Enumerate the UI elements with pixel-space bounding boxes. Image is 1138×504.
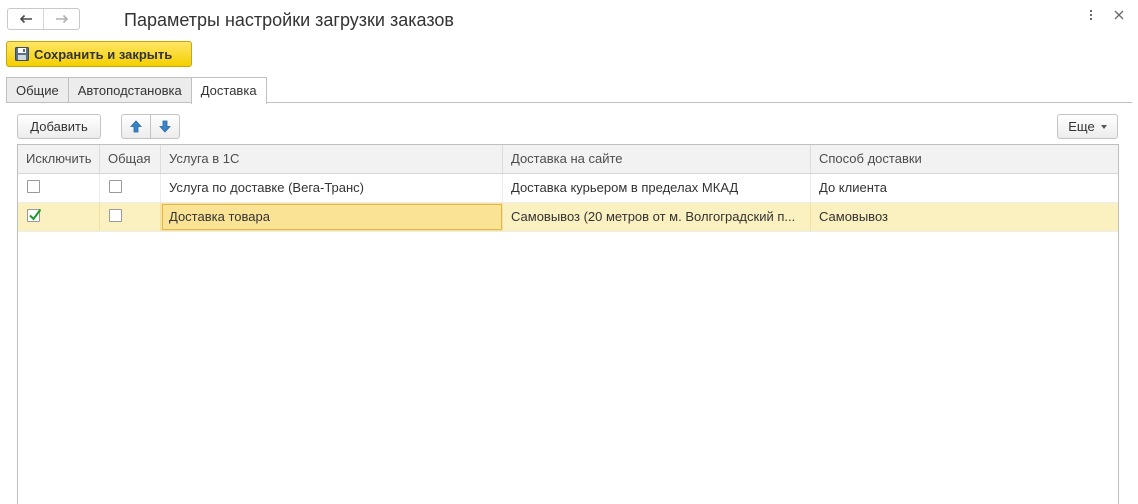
delivery-method-cell[interactable]: Самовывоз (811, 203, 1118, 231)
tab-divider (6, 102, 1132, 103)
more-button[interactable]: Еще (1057, 114, 1118, 139)
move-up-button[interactable] (122, 115, 150, 138)
common-checkbox[interactable] (109, 180, 122, 193)
arrow-up-icon (130, 120, 142, 133)
move-down-button[interactable] (150, 115, 179, 138)
exclude-cell (18, 174, 100, 202)
table-row[interactable]: Доставка товара Самовывоз (20 метров от … (18, 203, 1118, 232)
close-icon[interactable] (1114, 10, 1124, 20)
forward-button[interactable] (43, 9, 79, 29)
column-header-site-delivery[interactable]: Доставка на сайте (503, 145, 811, 173)
navigation-buttons (7, 8, 80, 30)
move-buttons (121, 114, 180, 139)
column-header-service[interactable]: Услуга в 1С (161, 145, 503, 173)
arrow-down-icon (159, 120, 171, 133)
exclude-checkbox[interactable] (27, 180, 40, 193)
table-row[interactable]: Услуга по доставке (Вега-Транс) Доставка… (18, 174, 1118, 203)
exclude-checkbox[interactable] (27, 208, 42, 222)
tab-delivery[interactable]: Доставка (190, 77, 267, 104)
site-delivery-cell[interactable]: Самовывоз (20 метров от м. Волгоградский… (503, 203, 811, 231)
arrow-right-icon (55, 14, 68, 24)
site-delivery-cell[interactable]: Доставка курьером в пределах МКАД (503, 174, 811, 202)
save-and-close-label: Сохранить и закрыть (34, 46, 173, 62)
column-header-exclude[interactable]: Исключить (18, 145, 100, 173)
common-cell (100, 203, 161, 231)
save-and-close-button[interactable]: Сохранить и закрыть (6, 41, 192, 67)
column-header-common[interactable]: Общая (100, 145, 161, 173)
common-checkbox[interactable] (109, 209, 122, 222)
settings-window: Параметры настройки загрузки заказов Сох… (0, 0, 1138, 504)
delivery-method-cell[interactable]: До клиента (811, 174, 1118, 202)
tab-autosubstitution[interactable]: Автоподстановка (67, 77, 192, 103)
column-header-delivery-method[interactable]: Способ доставки (811, 145, 1118, 173)
more-actions-icon[interactable] (1086, 10, 1096, 20)
common-cell (100, 174, 161, 202)
delivery-table: Исключить Общая Услуга в 1С Доставка на … (17, 144, 1119, 504)
service-cell[interactable]: Услуга по доставке (Вега-Транс) (161, 174, 503, 202)
tab-bar: Общие Автоподстановка Доставка (6, 77, 267, 104)
checkmark-icon (29, 208, 42, 221)
floppy-disk-icon (15, 47, 29, 61)
tab-general[interactable]: Общие (6, 77, 69, 103)
window-title: Параметры настройки загрузки заказов (124, 10, 454, 30)
caret-down-icon (1100, 124, 1107, 129)
service-cell[interactable]: Доставка товара (161, 203, 503, 231)
arrow-left-icon (19, 14, 32, 24)
more-button-label: Еще (1068, 119, 1095, 134)
exclude-cell (18, 203, 100, 231)
table-header: Исключить Общая Услуга в 1С Доставка на … (18, 145, 1118, 174)
add-button[interactable]: Добавить (17, 114, 101, 139)
back-button[interactable] (8, 9, 43, 29)
